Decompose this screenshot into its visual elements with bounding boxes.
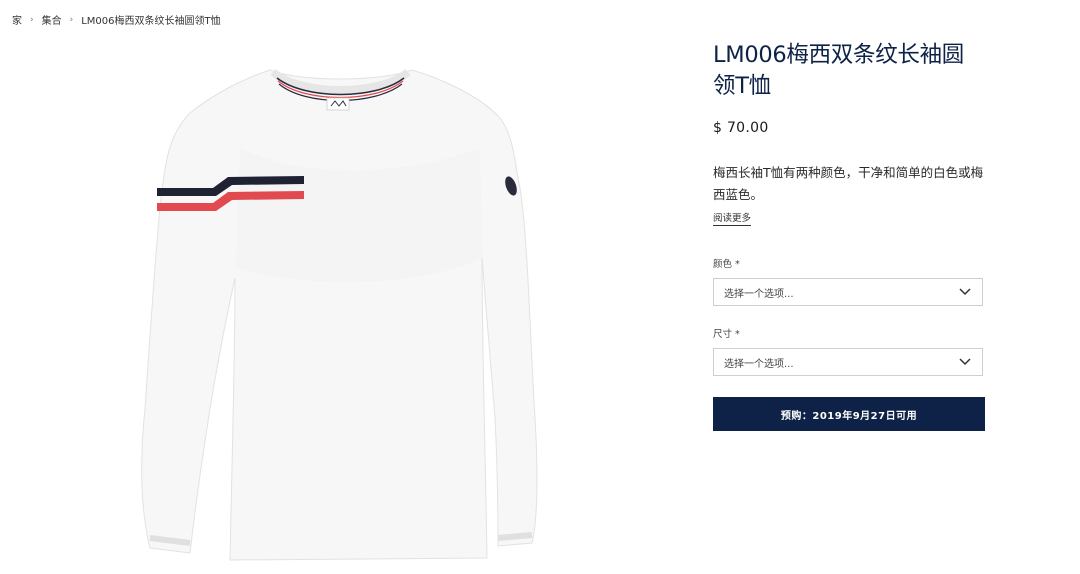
read-more-link[interactable]: 阅读更多 [713, 210, 752, 226]
color-select-value: 选择一个选项... [724, 288, 794, 300]
preorder-button[interactable]: 预购：2019年9月27日可用 [713, 397, 985, 431]
size-select-value: 选择一个选项... [724, 358, 794, 370]
product-title: LM006梅西双条纹长袖圆领T恤 [713, 42, 964, 99]
product-price: $ 70.00 [713, 120, 769, 136]
product-details: LM006梅西双条纹长袖圆领T恤 $ 70.00 梅西长袖T恤有两种颜色，干净和… [713, 40, 985, 431]
product-image[interactable] [0, 38, 660, 574]
size-select[interactable]: 选择一个选项... [713, 348, 983, 376]
color-label: 颜色 * [713, 259, 740, 270]
breadcrumb-current: LM006梅西双条纹长袖圆领T恤 [81, 16, 221, 27]
breadcrumb-category-link[interactable]: 集合 [42, 12, 62, 27]
breadcrumb: 家 › 集合 › LM006梅西双条纹长袖圆领T恤 [12, 12, 221, 28]
breadcrumb-separator: › [30, 14, 34, 25]
color-select[interactable]: 选择一个选项... [713, 278, 983, 306]
chevron-down-icon [958, 285, 972, 299]
size-label: 尺寸 * [713, 329, 740, 340]
breadcrumb-separator: › [69, 14, 74, 25]
breadcrumb-home-link[interactable]: 家 [12, 12, 22, 27]
product-description: 梅西长袖T恤有两种颜色，干净和简单的白色或梅西蓝色。 [713, 165, 984, 202]
product-photo-tshirt [141, 68, 538, 561]
chevron-down-icon [958, 355, 972, 369]
